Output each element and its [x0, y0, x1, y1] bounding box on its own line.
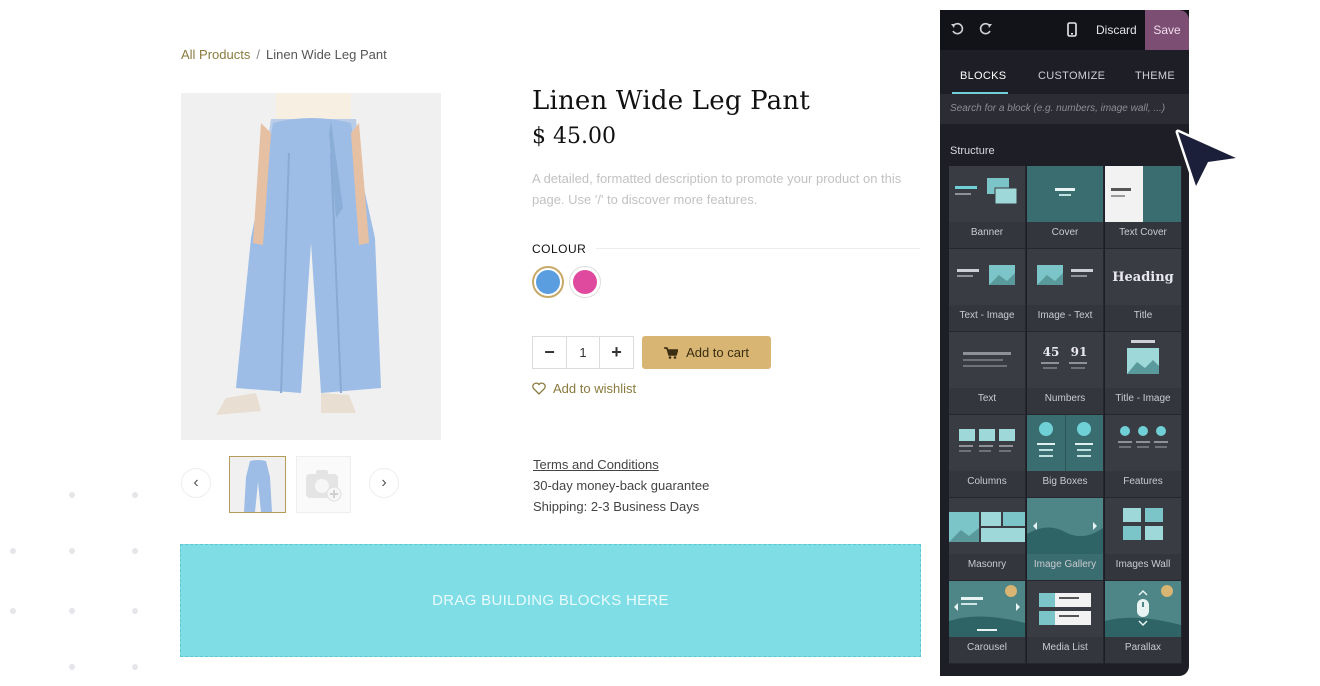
product-thumbnail[interactable]	[229, 456, 286, 513]
block-title[interactable]: Heading Title	[1105, 249, 1182, 332]
block-big-boxes[interactable]: Big Boxes	[1027, 415, 1104, 498]
undo-icon[interactable]	[950, 22, 964, 36]
block-columns[interactable]: Columns	[949, 415, 1026, 498]
block-label: Cover	[1051, 227, 1079, 238]
section-title-structure: Structure	[950, 145, 995, 157]
wishlist-label: Add to wishlist	[553, 381, 637, 396]
block-search-input[interactable]: Search for a block (e.g. numbers, image …	[940, 94, 1189, 124]
breadcrumb-all-products[interactable]: All Products	[181, 47, 250, 62]
shipping-text: Shipping: 2-3 Business Days	[533, 499, 700, 514]
block-label: Title	[1133, 310, 1153, 321]
block-label: Text	[977, 393, 997, 404]
quantity-input[interactable]: 1	[566, 337, 600, 368]
block-numbers[interactable]: 45 91 Numbers	[1027, 332, 1104, 415]
cart-icon	[664, 346, 679, 359]
block-label: Carousel	[966, 642, 1008, 653]
block-parallax[interactable]: Parallax	[1105, 581, 1182, 664]
block-label: Masonry	[967, 559, 1007, 570]
product-description[interactable]: A detailed, formatted description to pro…	[532, 168, 917, 210]
svg-text:91: 91	[1071, 345, 1088, 359]
redo-icon[interactable]	[979, 22, 993, 36]
mobile-preview-icon[interactable]	[1067, 22, 1077, 37]
block-label: Image - Text	[1037, 310, 1093, 321]
block-label: Media List	[1042, 642, 1088, 653]
product-main-image[interactable]	[181, 93, 441, 440]
discard-button[interactable]: Discard	[1096, 23, 1137, 37]
block-title-image[interactable]: Title - Image	[1105, 332, 1182, 415]
website-editor: All Products / Linen Wide Leg Pant ‹ › L…	[0, 0, 1320, 686]
decorative-dots	[0, 430, 160, 686]
block-label: Numbers	[1044, 393, 1086, 404]
breadcrumb: All Products / Linen Wide Leg Pant	[181, 47, 387, 62]
editor-panel: Discard Save BLOCKS CUSTOMIZE THEME Sear…	[940, 10, 1189, 676]
quantity-increase-button[interactable]: +	[600, 337, 633, 368]
block-label: Image Gallery	[1033, 559, 1097, 570]
mouse-cursor-icon	[1175, 129, 1239, 189]
block-label: Text Cover	[1119, 227, 1167, 238]
block-image-gallery[interactable]: Image Gallery	[1027, 498, 1104, 581]
gallery-prev-button[interactable]: ‹	[181, 468, 211, 498]
terms-link[interactable]: Terms and Conditions	[533, 457, 659, 472]
block-label: Big Boxes	[1042, 476, 1088, 487]
breadcrumb-current: Linen Wide Leg Pant	[266, 47, 387, 62]
divider	[596, 248, 920, 249]
add-to-wishlist-link[interactable]: Add to wishlist	[532, 381, 636, 396]
block-label: Text - Image	[959, 310, 1015, 321]
block-banner[interactable]: Banner	[949, 166, 1026, 249]
breadcrumb-separator: /	[256, 47, 260, 62]
block-label: Images Wall	[1115, 559, 1171, 570]
colour-label: COLOUR	[532, 242, 587, 256]
block-label: Title - Image	[1115, 393, 1171, 404]
block-carousel[interactable]: Carousel	[949, 581, 1026, 664]
tab-customize[interactable]: CUSTOMIZE	[1038, 70, 1105, 82]
colour-swatch-blue[interactable]	[532, 266, 564, 298]
editor-tabs: BLOCKS CUSTOMIZE THEME	[940, 60, 1189, 94]
product-price: $ 45.00	[532, 124, 616, 149]
block-features[interactable]: Features	[1105, 415, 1182, 498]
guarantee-text: 30-day money-back guarantee	[533, 478, 710, 493]
block-label: Columns	[967, 476, 1007, 487]
quantity-stepper: − 1 +	[532, 336, 634, 369]
gallery-next-button[interactable]: ›	[369, 468, 399, 498]
svg-text:Heading: Heading	[1112, 270, 1174, 285]
block-text[interactable]: Text	[949, 332, 1026, 415]
block-text-image[interactable]: Text - Image	[949, 249, 1026, 332]
editor-toolbar: Discard Save	[940, 10, 1189, 50]
add-image-thumbnail[interactable]	[296, 456, 351, 513]
add-to-cart-label: Add to cart	[686, 345, 749, 360]
drop-zone[interactable]: DRAG BUILDING BLOCKS HERE	[180, 544, 921, 657]
product-title: Linen Wide Leg Pant	[532, 86, 810, 116]
add-image-icon	[305, 469, 341, 501]
tab-blocks[interactable]: BLOCKS	[960, 70, 1006, 82]
drop-zone-label: DRAG BUILDING BLOCKS HERE	[432, 592, 669, 609]
block-label: Parallax	[1124, 642, 1162, 653]
block-images-wall[interactable]: Images Wall	[1105, 498, 1182, 581]
add-to-cart-button[interactable]: Add to cart	[642, 336, 771, 369]
block-image-text[interactable]: Image - Text	[1027, 249, 1104, 332]
colour-swatch-pink[interactable]	[569, 266, 601, 298]
heart-icon	[532, 382, 546, 395]
block-cover[interactable]: Cover	[1027, 166, 1104, 249]
tab-theme[interactable]: THEME	[1135, 70, 1175, 82]
block-masonry[interactable]: Masonry	[949, 498, 1026, 581]
save-button[interactable]: Save	[1145, 10, 1189, 50]
blocks-grid: Banner Cover Text Cover Text - Image Ima…	[949, 166, 1182, 664]
quantity-decrease-button[interactable]: −	[533, 337, 566, 368]
block-label: Banner	[970, 227, 1004, 238]
block-media-list[interactable]: Media List	[1027, 581, 1104, 664]
svg-text:45: 45	[1043, 345, 1060, 359]
block-label: Features	[1123, 476, 1163, 487]
